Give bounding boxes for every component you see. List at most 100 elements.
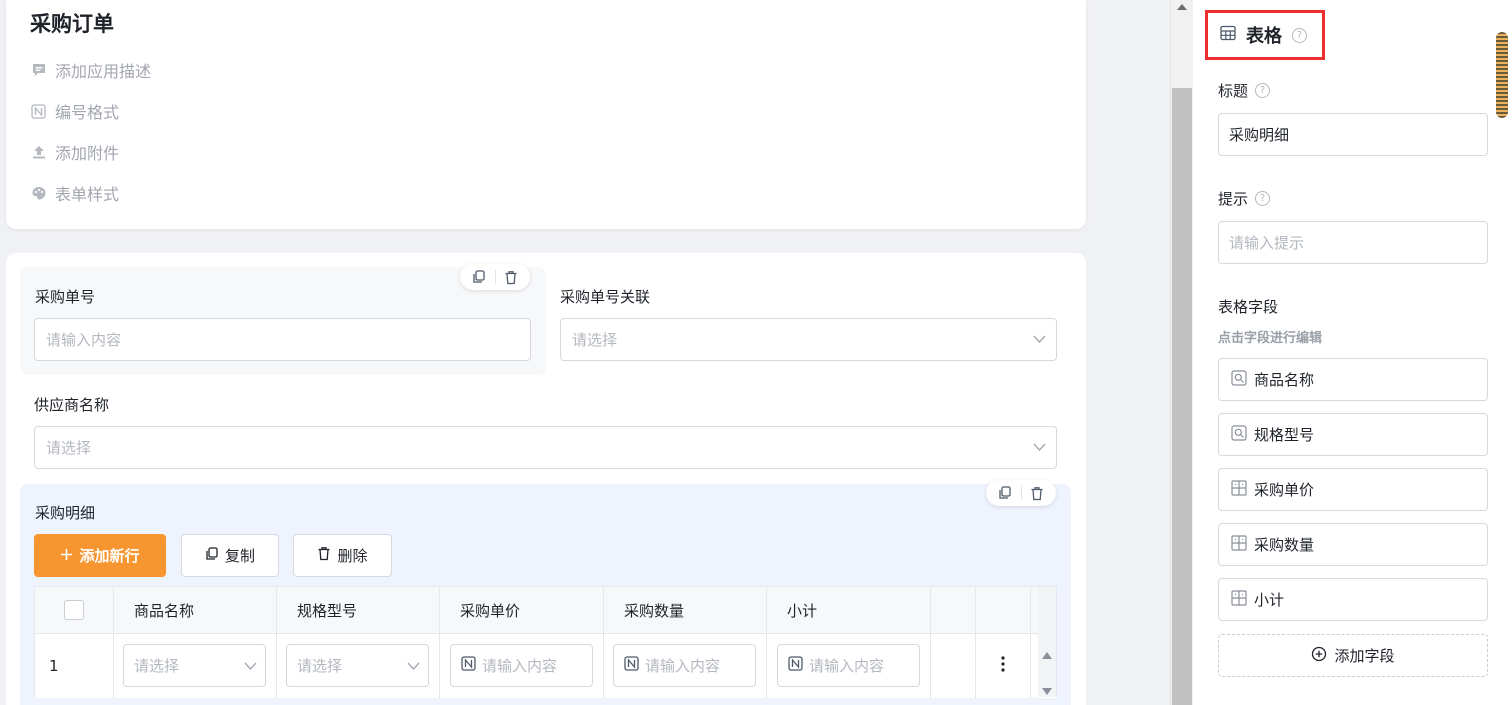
- add-field-label: 添加字段: [1334, 647, 1395, 665]
- action-header-cell: [976, 587, 1031, 633]
- table-field-item[interactable]: 采购单价: [1218, 468, 1488, 511]
- chevron-down-icon: [244, 659, 257, 677]
- form-style-label: 表单样式: [55, 185, 120, 204]
- table-field-item[interactable]: 规格型号: [1218, 413, 1488, 456]
- select-placeholder: 请选择: [572, 331, 618, 349]
- field-name: 小计: [1254, 591, 1285, 609]
- detail-table: 商品名称 规格型号 采购单价 采购数量 小计 1 请选择 请选择 请输入内容 请…: [34, 586, 1057, 698]
- delete-label: 删除: [337, 547, 368, 565]
- input-placeholder: 请输入内容: [46, 331, 122, 349]
- table-field-item[interactable]: 采购数量: [1218, 523, 1488, 566]
- delete-rows-button[interactable]: 删除: [293, 534, 392, 577]
- canvas-scrollbar[interactable]: [1170, 0, 1192, 705]
- lookup-field-icon: [1231, 424, 1247, 445]
- app-title: 采购订单: [30, 12, 114, 36]
- table-toolbar: [986, 480, 1056, 506]
- add-row-label: 添加新行: [79, 547, 140, 565]
- upload-icon: [30, 144, 47, 161]
- lookup-field-icon: [1231, 369, 1247, 390]
- field-label: 采购单号关联: [560, 288, 651, 306]
- purchase-no-input[interactable]: 请输入内容: [34, 318, 531, 361]
- field-name: 规格型号: [1254, 426, 1315, 444]
- select-placeholder: 请选择: [134, 657, 180, 675]
- copy-rows-button[interactable]: 复制: [181, 534, 279, 577]
- help-icon[interactable]: ?: [1255, 83, 1271, 98]
- chevron-down-icon: [1033, 440, 1046, 458]
- input-placeholder: 请输入内容: [482, 657, 558, 675]
- product-name-select[interactable]: 请选择: [123, 644, 266, 687]
- quantity-cell: 请输入内容: [604, 634, 767, 698]
- field-label: 采购单号: [35, 288, 96, 306]
- field-label: 供应商名称: [34, 396, 110, 414]
- copy-icon: [205, 546, 219, 565]
- scrollbar-thumb[interactable]: [1172, 88, 1192, 705]
- table-scrollbar[interactable]: [1038, 587, 1056, 697]
- copy-icon[interactable]: [468, 266, 491, 288]
- number-icon: [624, 656, 639, 675]
- spec-select[interactable]: 请选择: [286, 644, 429, 687]
- panel-title: 表格: [1246, 26, 1282, 47]
- empty-cell: [931, 634, 976, 698]
- supplier-name-select[interactable]: 请选择: [34, 426, 1057, 469]
- purchase-no-link-select[interactable]: 请选择: [560, 318, 1057, 361]
- column-header: 采购数量: [604, 587, 767, 633]
- add-attachment-action[interactable]: 添加附件: [30, 140, 119, 164]
- copy-label: 复制: [224, 547, 255, 565]
- table-field-item[interactable]: 商品名称: [1218, 358, 1488, 401]
- subtotal-input[interactable]: 请输入内容: [777, 644, 920, 687]
- numbering-icon: [30, 103, 47, 120]
- title-input[interactable]: 采购明细: [1218, 113, 1488, 156]
- toolbar-divider: [1020, 486, 1022, 500]
- more-vertical-icon[interactable]: [1001, 656, 1005, 676]
- form-style-action[interactable]: 表单样式: [30, 181, 119, 205]
- toolbar-divider: [494, 270, 496, 284]
- scroll-up-icon[interactable]: [1177, 4, 1187, 10]
- scroll-up-icon[interactable]: [1042, 644, 1052, 663]
- number-icon: [788, 656, 803, 675]
- input-value: 采购明细: [1229, 126, 1290, 144]
- add-field-button[interactable]: 添加字段: [1218, 634, 1488, 677]
- plus-circle-icon: [1311, 646, 1327, 666]
- add-row-button[interactable]: 添加新行: [34, 534, 166, 577]
- help-icon[interactable]: ?: [1292, 27, 1307, 43]
- field-toolbar: [460, 264, 530, 290]
- number-icon: [461, 656, 476, 675]
- add-description-action[interactable]: 添加应用描述: [30, 58, 151, 82]
- column-header: 采购单价: [440, 587, 604, 633]
- form-canvas: 采购订单 添加应用描述 编号格式 添加附件 表单样式 采购单号 请输入内容 采购…: [0, 0, 1170, 705]
- column-header: 小计: [767, 587, 931, 633]
- input-placeholder: 请输入内容: [645, 657, 721, 675]
- table-field-block[interactable]: 采购明细 添加新行 复制 删除 商品名称 规格型号 采购单价 采购数量 小计 1…: [20, 484, 1071, 705]
- field-name: 商品名称: [1254, 371, 1315, 389]
- properties-panel: 表格 ? 标题 ? 采购明细 提示 ? 请输入提示 表格字段 点击字段进行编辑 …: [1193, 0, 1512, 705]
- field-name: 采购数量: [1254, 536, 1315, 554]
- select-placeholder: 请选择: [297, 657, 343, 675]
- column-header: 商品名称: [114, 587, 277, 633]
- unit-price-input[interactable]: 请输入内容: [450, 644, 593, 687]
- empty-header-cell: [931, 587, 976, 633]
- select-placeholder: 请选择: [46, 439, 92, 457]
- quantity-input[interactable]: 请输入内容: [613, 644, 756, 687]
- table-field-item[interactable]: 小计: [1218, 578, 1488, 621]
- app-header-card: 采购订单 添加应用描述 编号格式 添加附件 表单样式: [6, 0, 1086, 229]
- panel-scrollbar-thumb[interactable]: [1496, 32, 1508, 118]
- hint-input[interactable]: 请输入提示: [1218, 221, 1488, 264]
- select-all-checkbox[interactable]: [64, 600, 84, 620]
- add-attachment-label: 添加附件: [55, 144, 120, 163]
- help-icon[interactable]: ?: [1255, 191, 1271, 206]
- numbering-format-action[interactable]: 编号格式: [30, 99, 119, 123]
- table-fields-hint: 点击字段进行编辑: [1218, 331, 1323, 346]
- copy-icon[interactable]: [994, 482, 1017, 504]
- numbering-format-label: 编号格式: [55, 103, 120, 122]
- delete-icon[interactable]: [499, 266, 522, 288]
- add-description-label: 添加应用描述: [55, 62, 152, 81]
- delete-icon[interactable]: [1025, 482, 1048, 504]
- unit-price-cell: 请输入内容: [440, 634, 604, 698]
- input-placeholder: 请输入提示: [1229, 234, 1305, 252]
- spec-cell: 请选择: [277, 634, 440, 698]
- table-row: 1 请选择 请选择 请输入内容 请输入内容 请输入内容: [35, 634, 1056, 698]
- product-name-cell: 请选择: [114, 634, 277, 698]
- field-name: 采购单价: [1254, 481, 1315, 499]
- table-icon: [1220, 25, 1236, 45]
- scroll-down-icon[interactable]: [1042, 680, 1052, 699]
